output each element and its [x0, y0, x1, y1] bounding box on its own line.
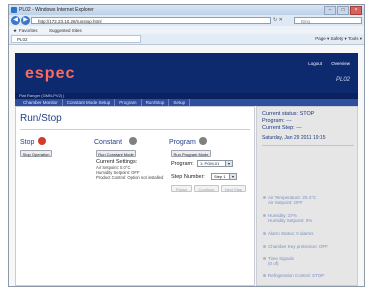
maximize-icon[interactable]: □ [337, 6, 349, 15]
step-select-value: Step 1 [214, 174, 226, 179]
overview-link[interactable]: Overview [331, 61, 350, 66]
ie-icon [11, 7, 17, 13]
window-controls: – □ × [324, 6, 362, 15]
alarm-status-item[interactable]: Alarm Status: 0 alarms [263, 231, 314, 236]
espec-logo: espec [25, 65, 76, 82]
program-label: Program: [171, 161, 194, 167]
title-divider [20, 129, 250, 130]
next-step-button[interactable]: Next Step [221, 185, 246, 192]
chevron-down-icon: ▾ [225, 161, 232, 166]
humidity-item[interactable]: Humidity: 37% Humidity Setpoint: 0% [263, 213, 312, 223]
program-select[interactable]: 1: PGM-01 ▾ [197, 160, 233, 167]
favorites-label[interactable]: Favorites [19, 28, 38, 33]
nav-run-stop[interactable]: Run/Stop [142, 99, 170, 106]
search-input[interactable]: Bing [294, 17, 362, 24]
time-signals-item[interactable]: Time Signals (0 of) [263, 256, 294, 266]
stop-title: Stop [20, 139, 35, 146]
run-program-mode-button[interactable]: Run Program Mode [171, 150, 211, 157]
page-title: Run/Stop [20, 113, 62, 124]
minimize-icon[interactable]: – [324, 6, 336, 15]
nav-chamber-monitor[interactable]: Chamber Monitor [19, 99, 63, 106]
suggested-sites-link[interactable]: Suggested Sites [49, 28, 82, 33]
address-row: ◀ ▶ http://172.23.10.28/runstop.html ↻ ✕… [9, 15, 364, 26]
logout-link[interactable]: Logout [308, 61, 322, 66]
favorites-bar: ★ Favorites Suggested Sites [9, 26, 364, 34]
chevron-down-icon: ▾ [229, 174, 236, 179]
stop-operation-button[interactable]: Stop Operation [20, 150, 52, 157]
current-program: Program: --- [262, 118, 292, 124]
status-block: Current status: STOP Program: --- Curren… [262, 111, 314, 132]
product-control-text: Product Control: Option not installed [96, 175, 164, 180]
tab-row: PL02 Page ▾ Safety ▾ Tools ▾ [9, 34, 364, 45]
refresh-icon[interactable]: ↻ ✕ [273, 17, 283, 23]
back-icon[interactable]: ◀ [11, 16, 20, 25]
main-panel: Run/Stop Stop Stop Operation Constant Ru… [15, 106, 255, 286]
status-sidebar: Current status: STOP Program: --- Curren… [256, 106, 358, 286]
continue-button[interactable]: Continue [194, 185, 219, 192]
program-indicator-icon [199, 137, 207, 145]
step-select[interactable]: Step 1 ▾ [211, 173, 237, 180]
status-datetime: Saturday, Jan 29 2011 19:15 [262, 135, 326, 141]
title-bar: PL02 - Windows Internet Explorer – □ × [9, 5, 364, 15]
nav-program[interactable]: Program [115, 99, 142, 106]
constant-indicator-icon [129, 137, 137, 145]
model-label: PL02 [335, 77, 350, 83]
nav-constant-mode-setup[interactable]: Constant Mode Setup [63, 99, 116, 106]
site-header: espec Logout Overview PL02 [15, 53, 358, 93]
forward-icon[interactable]: ▶ [21, 16, 30, 25]
current-status: Current status: STOP [262, 111, 315, 117]
window-title: PL02 - Windows Internet Explorer [19, 7, 94, 13]
browser-window: PL02 - Windows Internet Explorer – □ × ◀… [8, 4, 365, 287]
program-title: Program [169, 139, 196, 146]
step-number-label: Step Number: [171, 174, 205, 180]
run-constant-mode-button[interactable]: Run Constant Mode [96, 150, 136, 157]
refrigeration-control-item[interactable]: Refrigeration Control: STOP [263, 273, 324, 278]
close-icon[interactable]: × [350, 6, 362, 15]
web-page: espec Logout Overview PL02 Plat Ranger (… [9, 45, 364, 286]
stop-indicator-icon [38, 137, 46, 145]
command-bar[interactable]: Page ▾ Safety ▾ Tools ▾ [315, 36, 362, 42]
program-select-value: 1: PGM-01 [200, 161, 220, 166]
air-temperature-item[interactable]: Air Temperature: 20.4°C Air Setpoint: OFF [263, 195, 316, 205]
sidebar-divider [262, 145, 354, 146]
main-nav: Chamber Monitor Constant Mode Setup Prog… [15, 99, 358, 106]
address-bar[interactable]: http://172.23.10.28/runstop.html [31, 17, 271, 24]
header-links: Logout Overview [300, 61, 350, 66]
browser-tab[interactable]: PL02 [11, 35, 141, 43]
nav-setup[interactable]: Setup [169, 99, 191, 106]
current-step: Current Step: --- [262, 125, 302, 131]
pause-button[interactable]: Pause [171, 185, 192, 192]
constant-title: Constant [94, 139, 123, 146]
key-protection-item[interactable]: Chamber Key protection: OFF [263, 244, 328, 249]
